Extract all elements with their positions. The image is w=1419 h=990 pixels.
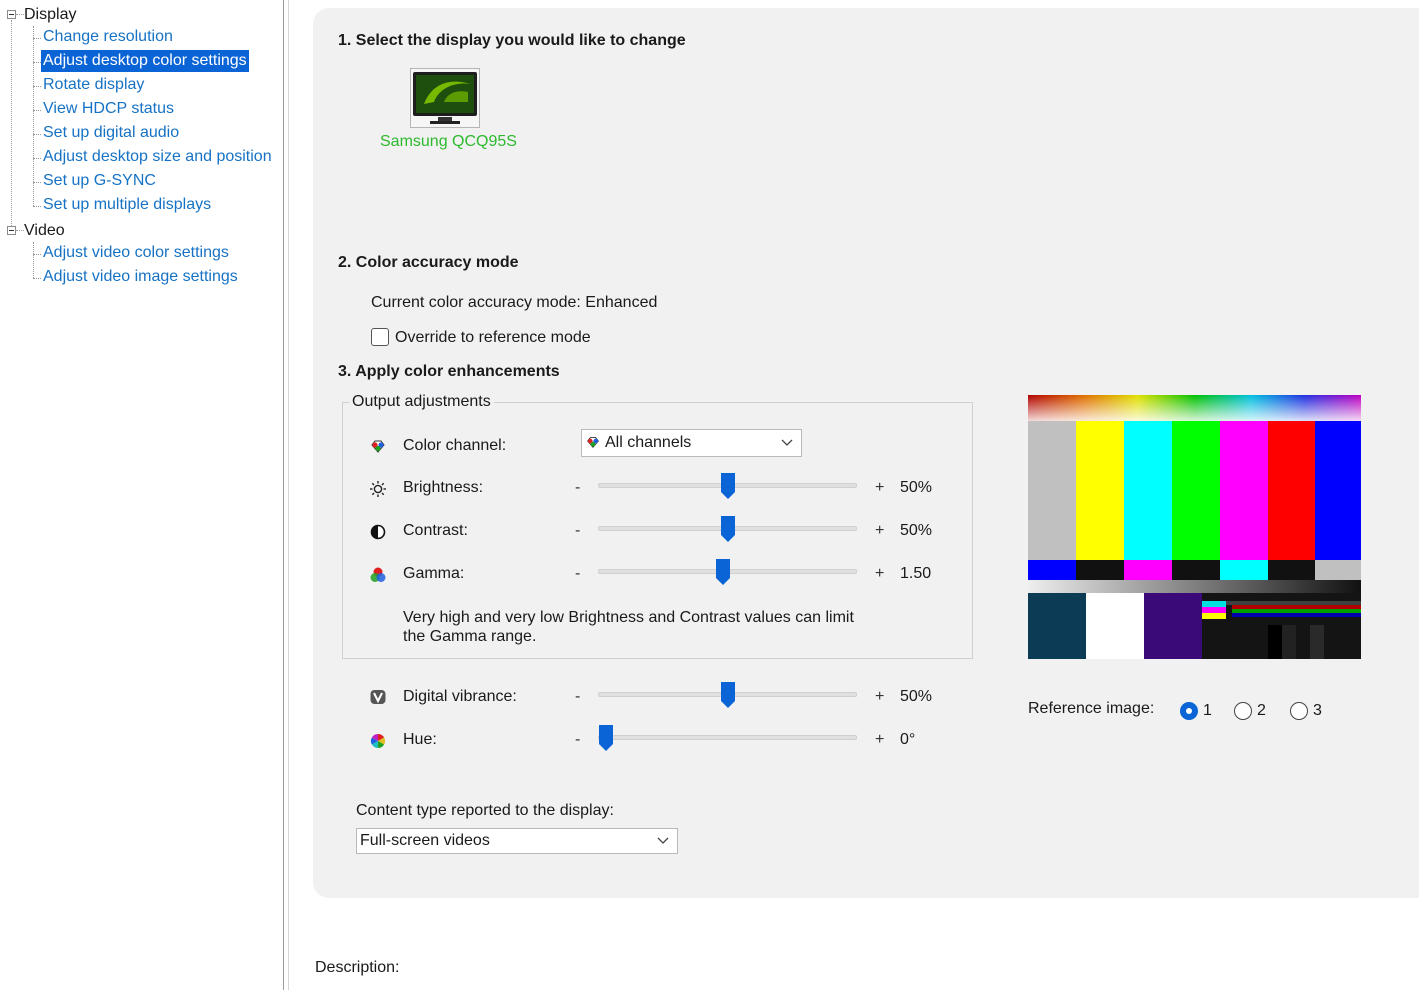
- color-wheel-icon: [370, 733, 386, 749]
- tree-line: [33, 158, 41, 159]
- output-adjustments-label: Output adjustments: [349, 393, 494, 411]
- reference-image-radio-1[interactable]: [1180, 702, 1198, 720]
- monitor-nvidia-icon[interactable]: [410, 68, 480, 128]
- display-name-label[interactable]: Samsung QCQ95S: [380, 133, 517, 151]
- content-type-label: Content type reported to the display:: [356, 802, 614, 819]
- contrast-plus[interactable]: +: [875, 522, 884, 540]
- contrast-value: 50%: [900, 522, 933, 539]
- reference-image-label: Reference image:: [1028, 700, 1155, 717]
- description-label: Description:: [315, 959, 400, 976]
- tree-item-adjust-video-color-settings[interactable]: Adjust video color settings: [41, 242, 231, 264]
- digital-vibrance-minus[interactable]: -: [575, 688, 580, 706]
- color-channel-label: Color channel:: [403, 437, 507, 454]
- tree-line: [33, 26, 34, 206]
- reference-image-radio-3-label: 3: [1313, 702, 1322, 719]
- tree-line: [33, 38, 41, 39]
- brightness-minus[interactable]: -: [575, 479, 580, 497]
- hue-plus[interactable]: +: [875, 731, 884, 749]
- tree-category-video[interactable]: Video: [24, 220, 65, 242]
- hue-slider[interactable]: [598, 735, 857, 740]
- pane-splitter[interactable]: [283, 0, 289, 990]
- tree-line: [33, 242, 34, 278]
- sun-icon: [370, 481, 386, 497]
- chevron-down-icon: [781, 439, 793, 446]
- tree-item-set-up-digital-audio[interactable]: Set up digital audio: [41, 122, 181, 144]
- tree-line: [33, 134, 41, 135]
- rgb-channels-icon: [371, 440, 385, 453]
- reference-image-radio-2-label: 2: [1257, 702, 1266, 719]
- gamma-value: 1.50: [900, 565, 932, 582]
- tree-item-view-hdcp-status[interactable]: View HDCP status: [41, 98, 176, 120]
- tree-item-set-up-g-sync[interactable]: Set up G-SYNC: [41, 170, 158, 192]
- rgb-circles-icon: [370, 567, 386, 582]
- hue-value: 0°: [900, 731, 916, 748]
- contrast-minus[interactable]: -: [575, 522, 580, 540]
- brightness-value: 50%: [900, 479, 933, 496]
- tree-item-rotate-display[interactable]: Rotate display: [41, 74, 146, 96]
- current-color-accuracy-mode: Current color accuracy mode: Enhanced: [371, 294, 658, 311]
- digital-vibrance-label: Digital vibrance:: [403, 688, 517, 705]
- content-type-dropdown[interactable]: Full-screen videos: [356, 828, 678, 854]
- tree-item-adjust-desktop-size-and-position[interactable]: Adjust desktop size and position: [41, 146, 274, 168]
- brightness-label: Brightness:: [403, 479, 484, 496]
- gamma-label: Gamma:: [403, 565, 465, 582]
- contrast-label: Contrast:: [403, 522, 468, 539]
- tree-line: [33, 110, 41, 111]
- half-circle-icon: [370, 524, 386, 540]
- color-channel-value: All channels: [605, 434, 692, 451]
- reference-test-pattern-image: [1028, 395, 1361, 659]
- digital-vibrance-slider-thumb[interactable]: [720, 682, 735, 708]
- section-2-heading: 2. Color accuracy mode: [338, 254, 519, 271]
- tree-item-adjust-video-image-settings[interactable]: Adjust video image settings: [41, 266, 240, 288]
- section-1-heading: 1. Select the display you would like to …: [338, 32, 686, 49]
- tree-line: [11, 20, 12, 232]
- content-type-value: Full-screen videos: [360, 832, 490, 849]
- collapse-display-icon[interactable]: [7, 10, 16, 19]
- chevron-down-icon: [657, 837, 669, 844]
- tree-line: [33, 278, 41, 279]
- rgb-channels-icon: [587, 437, 599, 449]
- reference-image-radio-3[interactable]: [1290, 702, 1308, 720]
- tree-line: [16, 230, 24, 231]
- digital-vibrance-plus[interactable]: +: [875, 688, 884, 706]
- brightness-plus[interactable]: +: [875, 479, 884, 497]
- tree-line: [33, 62, 41, 63]
- contrast-slider-thumb[interactable]: [720, 516, 735, 542]
- hue-minus[interactable]: -: [575, 731, 580, 749]
- gamma-slider-thumb[interactable]: [715, 559, 730, 585]
- gamma-minus[interactable]: -: [575, 565, 580, 583]
- gamma-range-note: Very high and very low Brightness and Co…: [403, 609, 854, 645]
- digital-vibrance-value: 50%: [900, 688, 933, 705]
- tree-line: [33, 254, 41, 255]
- color-channel-dropdown[interactable]: All channels: [581, 429, 802, 457]
- navigation-tree: Display Change resolution Adjust desktop…: [0, 0, 283, 990]
- gamma-plus[interactable]: +: [875, 565, 884, 583]
- tree-line: [33, 206, 41, 207]
- override-reference-mode-checkbox[interactable]: [371, 328, 389, 346]
- tree-category-display[interactable]: Display: [24, 4, 76, 26]
- hue-slider-thumb[interactable]: [599, 725, 613, 751]
- tree-item-set-up-multiple-displays[interactable]: Set up multiple displays: [41, 194, 213, 216]
- hue-label: Hue:: [403, 731, 437, 748]
- tree-line: [33, 86, 41, 87]
- vibrance-icon: [370, 690, 386, 704]
- brightness-slider-thumb[interactable]: [720, 473, 735, 499]
- tree-item-change-resolution[interactable]: Change resolution: [41, 26, 175, 48]
- tree-item-adjust-desktop-color-settings[interactable]: Adjust desktop color settings: [41, 50, 249, 72]
- tree-line: [33, 182, 41, 183]
- override-reference-mode-label: Override to reference mode: [395, 329, 591, 346]
- reference-image-radio-1-label: 1: [1203, 702, 1212, 719]
- collapse-video-icon[interactable]: [7, 226, 16, 235]
- reference-image-radio-2[interactable]: [1234, 702, 1252, 720]
- section-3-heading: 3. Apply color enhancements: [338, 363, 560, 380]
- tree-line: [16, 14, 24, 15]
